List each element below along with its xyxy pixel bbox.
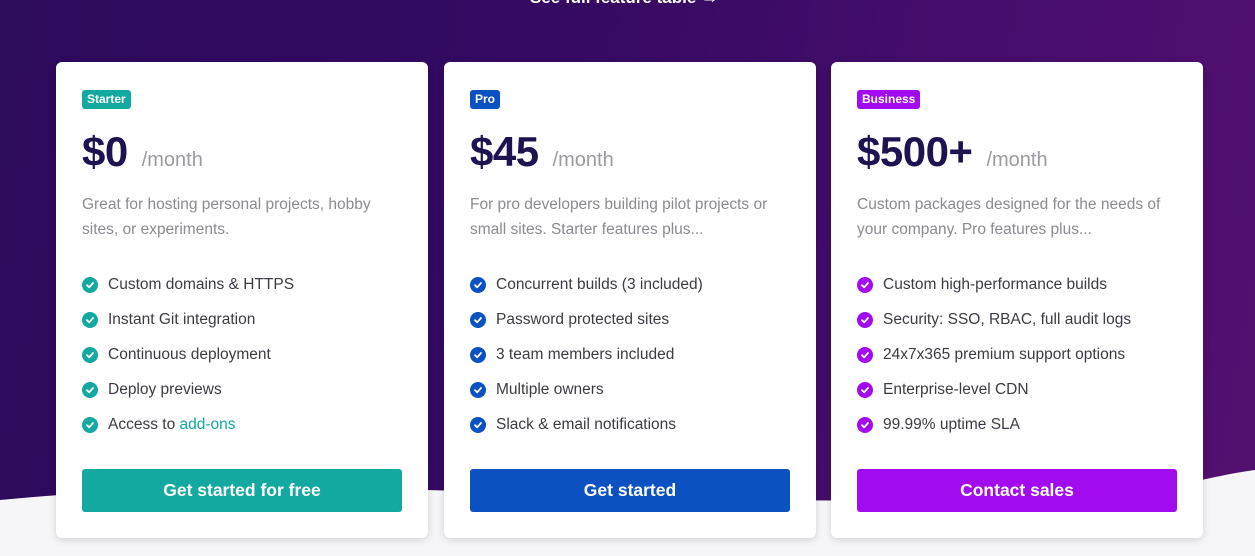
feature-item: Continuous deployment — [82, 337, 294, 372]
feature-label: Enterprise-level CDN — [883, 380, 1029, 398]
add-ons-link[interactable]: add-ons — [180, 416, 236, 433]
plan-price: $500+ — [857, 128, 973, 175]
plan-description: Custom packages designed for the needs o… — [857, 196, 1161, 238]
feature-label: 3 team members included — [496, 345, 675, 363]
feature-item: Concurrent builds (3 included) — [470, 267, 703, 302]
feature-item: Instant Git integration — [82, 302, 294, 337]
check-circle-icon — [857, 416, 873, 433]
feature-item: Deploy previews — [82, 372, 294, 407]
check-circle-icon — [470, 381, 486, 398]
price-row: $0/month — [82, 128, 203, 176]
feature-label: Deploy previews — [108, 380, 222, 398]
feature-item: Custom domains & HTTPS — [82, 267, 294, 302]
contact-sales-button[interactable]: Contact sales — [857, 469, 1177, 512]
feature-label: Concurrent builds (3 included) — [496, 275, 703, 293]
feature-label: Custom high-performance builds — [883, 275, 1107, 293]
feature-label: Security: SSO, RBAC, full audit logs — [883, 310, 1132, 328]
full-feature-table-link[interactable]: See full feature table → — [530, 0, 718, 8]
plan-card-business: Business $500+ /month Custom packages des… — [831, 62, 1203, 538]
check-circle-icon — [82, 416, 98, 433]
price-row: $45/month — [470, 128, 614, 176]
check-circle-icon — [470, 346, 486, 363]
feature-item: Enterprise-level CDN — [857, 372, 1131, 407]
check-circle-icon — [857, 276, 873, 293]
feature-item: Security: SSO, RBAC, full audit logs — [857, 302, 1131, 337]
plan-period: /month — [141, 149, 203, 171]
feature-item: 24x7x365 premium support options — [857, 337, 1131, 372]
feature-list: Custom domains & HTTPS Instant Git integ… — [82, 267, 294, 442]
feature-item: Access to add-ons — [82, 407, 294, 442]
feature-item: 99.99% uptime SLA — [857, 407, 1131, 442]
get-started-free-button[interactable]: Get started for free — [82, 469, 402, 512]
check-circle-icon — [470, 416, 486, 433]
feature-label: Password protected sites — [496, 310, 670, 328]
feature-label: 99.99% uptime SLA — [883, 415, 1021, 433]
feature-label: Access to add-ons — [108, 416, 236, 434]
plan-badge-pro: Pro — [470, 90, 501, 109]
feature-list: Concurrent builds (3 included) Password … — [470, 267, 703, 442]
feature-item: Password protected sites — [470, 302, 703, 337]
get-started-button[interactable]: Get started — [470, 469, 790, 512]
check-circle-icon — [82, 276, 98, 293]
price-row: $500+ /month — [857, 128, 1048, 176]
plan-description: Great for hosting personal projects, hob… — [82, 196, 371, 238]
check-circle-icon — [82, 311, 98, 328]
plan-card-starter: Starter $0/month Great for hosting perso… — [56, 62, 428, 538]
check-circle-icon — [470, 311, 486, 328]
check-circle-icon — [857, 346, 873, 363]
feature-label-prefix: Access to — [108, 415, 180, 433]
check-circle-icon — [82, 381, 98, 398]
plan-price: $0 — [82, 128, 128, 175]
check-circle-icon — [82, 346, 98, 363]
check-circle-icon — [857, 311, 873, 328]
plan-period: /month — [986, 149, 1048, 171]
feature-label: Multiple owners — [496, 380, 604, 398]
plan-card-pro: Pro $45/month For pro developers buildin… — [444, 62, 816, 538]
plan-badge-business: Business — [857, 90, 921, 109]
check-circle-icon — [857, 381, 873, 398]
feature-label: Instant Git integration — [108, 310, 256, 328]
plan-badge-starter: Starter — [82, 90, 131, 109]
check-circle-icon — [470, 276, 486, 293]
feature-item: Multiple owners — [470, 372, 703, 407]
feature-item: Slack & email notifications — [470, 407, 703, 442]
feature-item: 3 team members included — [470, 337, 703, 372]
plan-price: $45 — [470, 128, 539, 175]
feature-label: Continuous deployment — [108, 345, 271, 363]
feature-list: Custom high-performance builds Security:… — [857, 267, 1131, 442]
feature-label: Custom domains & HTTPS — [108, 275, 295, 293]
plan-period: /month — [552, 149, 614, 171]
feature-item: Custom high-performance builds — [857, 267, 1131, 302]
plan-description: For pro developers building pilot projec… — [470, 196, 768, 238]
feature-label: Slack & email notifications — [496, 415, 677, 433]
feature-label: 24x7x365 premium support options — [883, 345, 1126, 363]
